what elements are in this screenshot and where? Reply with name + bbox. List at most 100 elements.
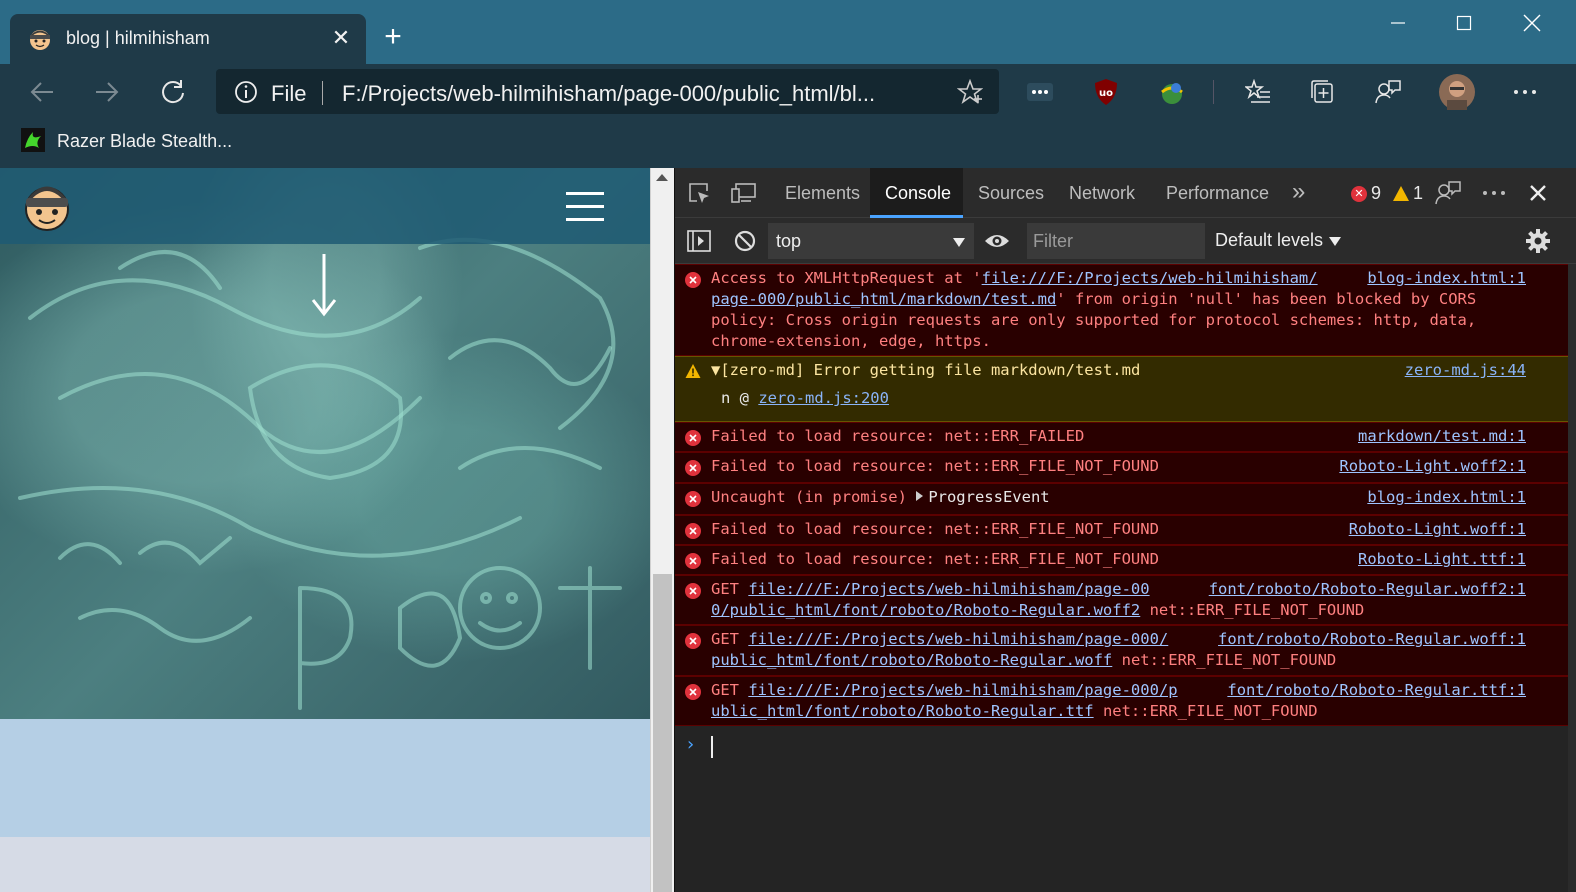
warning-count: 1 (1413, 183, 1424, 203)
message-link[interactable]: 0/public_html/font/roboto/Roboto-Regular… (711, 601, 1140, 619)
error-icon (685, 553, 701, 569)
sidebar-toggle-icon[interactable] (686, 228, 712, 254)
message-text: Failed to load resource: net::ERR_FAILED (711, 427, 1085, 445)
message-link[interactable]: file:///F:/Projects/web-hilmihisham/ (982, 269, 1318, 287)
message-link[interactable]: page-000/public_html/markdown/test.md (711, 290, 1056, 308)
hero-chalkboard-image (0, 168, 650, 719)
tab-performance[interactable]: Performance (1166, 183, 1269, 204)
console-warning-message: ▼[zero-md] Error getting file markdown/t… (675, 356, 1568, 422)
error-icon (685, 272, 701, 288)
more-tabs-icon[interactable]: » (1292, 178, 1305, 206)
toolbar-divider (1213, 80, 1214, 104)
live-expression-eye-icon[interactable] (984, 228, 1010, 254)
warning-count-icon (1393, 186, 1410, 201)
forward-arrow-icon (96, 82, 119, 102)
message-source-link[interactable]: blog-index.html:1 (1367, 268, 1526, 289)
favorites-list-icon[interactable] (1242, 76, 1274, 108)
favorite-item-razer[interactable]: Razer Blade Stealth... (57, 131, 232, 152)
message-text: Uncaught (in promise) ProgressEvent (711, 488, 1050, 506)
chevron-down-icon (1329, 236, 1342, 246)
progress-event-object[interactable]: ProgressEvent (928, 488, 1049, 506)
message-link[interactable]: file:///F:/Projects/web-hilmihisham/page… (748, 630, 1168, 648)
warning-icon (685, 364, 701, 378)
favorites-bar (0, 120, 1576, 168)
message-text: Failed to load resource: net::ERR_FILE_N… (711, 550, 1159, 568)
forward-button[interactable] (87, 72, 127, 112)
extension-dots-icon[interactable] (1024, 76, 1056, 108)
hamburger-menu-icon[interactable] (566, 192, 604, 222)
console-filter-input[interactable] (1027, 223, 1205, 259)
message-source-link[interactable]: font/roboto/Roboto-Regular.ttf:1 (1227, 680, 1526, 701)
context-selector[interactable]: top (768, 223, 974, 259)
clear-console-icon[interactable] (732, 228, 758, 254)
title-bar: blog | hilmihisham ✕ + (0, 0, 1576, 64)
profile-avatar[interactable] (1439, 74, 1475, 110)
address-scheme-label: File (271, 81, 307, 106)
message-source-link[interactable]: Roboto-Light.woff2:1 (1339, 456, 1526, 477)
close-window-button[interactable] (1499, 0, 1565, 46)
back-button[interactable] (22, 72, 62, 112)
more-menu-icon[interactable] (1509, 76, 1541, 108)
message-text: Access to XMLHttpRequest at 'file:///F:/… (711, 269, 1477, 350)
inspect-element-icon[interactable] (686, 180, 712, 206)
back-arrow-icon (30, 82, 53, 102)
issue-counts[interactable]: ✕ 9 1 (1351, 183, 1423, 204)
console-input-cursor[interactable] (711, 736, 713, 758)
down-arrow-icon[interactable] (308, 252, 340, 318)
device-emulation-icon[interactable] (731, 180, 757, 206)
maximize-button[interactable] (1431, 0, 1497, 46)
message-link[interactable]: ublic_html/font/roboto/Roboto-Regular.tt… (711, 702, 1094, 720)
error-icon (685, 523, 701, 539)
tab-close-icon[interactable]: ✕ (328, 25, 354, 51)
address-url[interactable]: F:/Projects/web-hilmihisham/page-000/pub… (342, 81, 942, 107)
refresh-button[interactable] (153, 72, 193, 112)
customize-menu-icon[interactable] (1481, 180, 1507, 206)
message-link[interactable]: public_html/font/roboto/Roboto-Regular.w… (711, 651, 1112, 669)
razer-logo-icon[interactable] (21, 128, 45, 152)
page-scroll-thumb[interactable] (653, 574, 672, 892)
message-source-link[interactable]: Roboto-Light.woff:1 (1349, 519, 1526, 540)
error-icon (685, 633, 701, 649)
expand-triangle-icon[interactable]: ▼ (711, 361, 720, 379)
page-scrollbar[interactable] (650, 168, 674, 892)
message-source-link[interactable]: font/roboto/Roboto-Regular.woff:1 (1218, 629, 1526, 650)
stack-trace-link[interactable]: zero-md.js:200 (758, 389, 889, 407)
close-devtools-icon[interactable] (1525, 180, 1551, 206)
message-source-link[interactable]: font/roboto/Roboto-Regular.woff2:1 (1209, 579, 1526, 600)
site-logo-avatar[interactable] (22, 182, 72, 232)
avatar-favicon-icon (30, 30, 50, 50)
console-scrollbar[interactable] (1568, 264, 1576, 892)
collections-icon[interactable] (1307, 76, 1339, 108)
info-icon[interactable] (234, 80, 258, 104)
message-source-link[interactable]: zero-md.js:44 (1405, 360, 1526, 381)
console-settings-gear-icon[interactable] (1525, 228, 1551, 254)
message-source-link[interactable]: Roboto-Light.ttf:1 (1358, 549, 1526, 570)
log-levels-dropdown[interactable]: Default levels (1215, 230, 1342, 251)
expand-triangle-icon[interactable] (916, 491, 924, 501)
tab-sources[interactable]: Sources (978, 183, 1044, 204)
favorite-star-icon[interactable] (957, 79, 983, 105)
message-text[interactable]: ▼[zero-md] Error getting file markdown/t… (711, 360, 1140, 381)
browser-tab[interactable]: blog | hilmihisham ✕ (10, 14, 366, 64)
globe-extension-icon[interactable] (1156, 76, 1188, 108)
tab-elements[interactable]: Elements (785, 183, 860, 204)
error-icon (685, 460, 701, 476)
address-bar[interactable]: File F:/Projects/web-hilmihisham/page-00… (216, 69, 999, 114)
message-source-link[interactable]: markdown/test.md:1 (1358, 426, 1526, 447)
message-link[interactable]: file:///F:/Projects/web-hilmihisham/page… (748, 681, 1177, 699)
feedback-icon[interactable] (1372, 76, 1404, 108)
message-source-link[interactable]: blog-index.html:1 (1367, 487, 1526, 508)
console-prompt-chevron-icon: › (685, 734, 696, 755)
ublock-shield-icon[interactable]: uo (1090, 76, 1122, 108)
minimize-icon (1391, 22, 1405, 24)
minimize-button[interactable] (1365, 0, 1431, 46)
tab-network[interactable]: Network (1069, 183, 1135, 204)
scroll-up-arrow-icon[interactable] (656, 174, 668, 181)
tab-console[interactable]: Console (885, 183, 951, 204)
console-error-message: Uncaught (in promise) ProgressEvent blog… (675, 483, 1568, 515)
message-text: Failed to load resource: net::ERR_FILE_N… (711, 520, 1159, 538)
new-tab-button[interactable]: + (378, 22, 408, 52)
message-link[interactable]: file:///F:/Projects/web-hilmihisham/page… (748, 580, 1149, 598)
feedback-icon[interactable] (1435, 180, 1461, 206)
page-footer (0, 837, 650, 892)
